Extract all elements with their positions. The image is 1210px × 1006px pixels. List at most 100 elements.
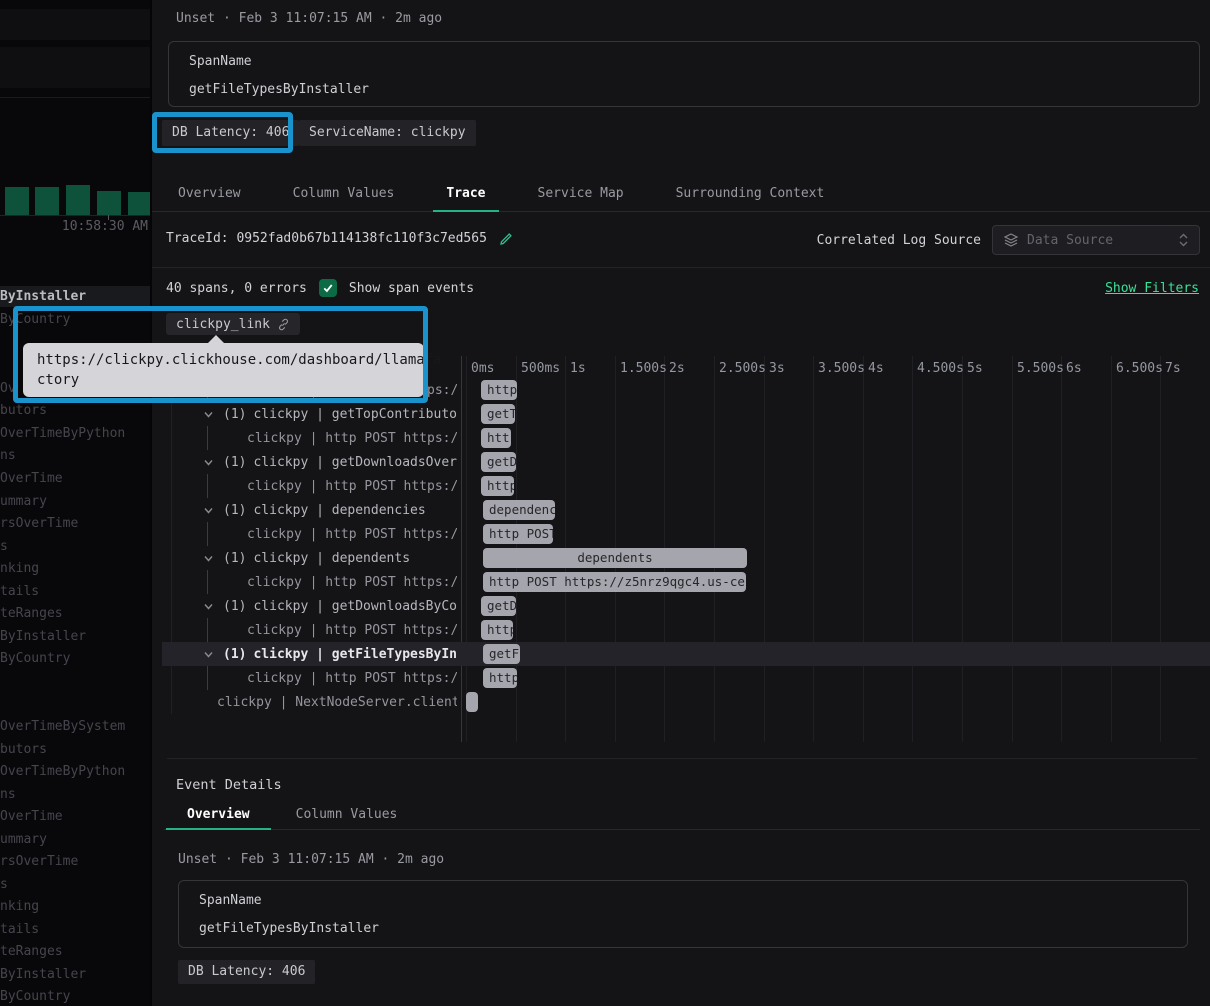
span-name-panel: SpanName getFileTypesByInstaller: [168, 41, 1200, 107]
span-duration-bar[interactable]: htt: [481, 428, 511, 448]
span-name-text: clickpy | getTopContributors: [253, 407, 457, 422]
span-row-getdownloadsovertimebys[interactable]: (1)clickpy | getDownloadsOverTimeByS getD: [162, 450, 1210, 474]
span-row-gettopcontributors[interactable]: (1) clickpy | getTopContributors getT: [162, 402, 1210, 426]
span-row-dependencies[interactable]: (1) clickpy | dependencies dependenci: [162, 498, 1210, 522]
event-details-tabs: OverviewColumn Values: [164, 800, 1200, 830]
span-event-count: (1): [223, 407, 246, 422]
span-row-http-post-https-z5nrz[interactable]: clickpy | http POST https://z5nrz http PO…: [162, 570, 1210, 594]
screenshot-stage: 10:58:30 AM ByInstallerByCountryOvbutors…: [0, 0, 1210, 1006]
span-name-text: clickpy | dependencies: [253, 503, 425, 518]
divider: [152, 267, 1210, 268]
span-duration-bar[interactable]: getD: [481, 596, 516, 616]
span-duration-bar[interactable]: dependenci: [483, 500, 555, 520]
chevron-down-icon[interactable]: [203, 601, 214, 612]
event-relative-time: 2m ago: [397, 852, 444, 867]
underlying-list-item: nking: [0, 561, 39, 576]
event-timestamp: Feb 3 11:07:15 AM: [241, 852, 374, 867]
mini-chart-bar: [5, 187, 29, 215]
mini-chart-bar: [128, 192, 152, 215]
underlying-list-item: s: [0, 539, 8, 554]
underlying-list-item: teRanges: [0, 944, 63, 959]
underlying-list-item: ummary: [0, 832, 47, 847]
tab-column-values[interactable]: Column Values: [267, 176, 421, 211]
span-name-value: getFileTypesByInstaller: [189, 82, 369, 97]
chevron-down-icon[interactable]: [203, 409, 214, 420]
span-row-nextnodeserver-clientcompone[interactable]: clickpy | NextNodeServer.clientCompone: [162, 690, 1210, 714]
chevron-down-icon[interactable]: [203, 457, 214, 468]
underlying-row-band: [0, 9, 150, 40]
tab-column-values[interactable]: Column Values: [273, 800, 421, 829]
span-duration-bar[interactable]: http: [481, 620, 513, 640]
underlying-list-item: Ov: [0, 381, 16, 396]
span-duration-bar[interactable]: dependents: [483, 548, 747, 568]
underlying-list-item: OverTimeByPython: [0, 426, 125, 441]
span-duration-bar[interactable]: getD: [481, 452, 516, 472]
event-details-meta: Unset · Feb 3 11:07:15 AM · 2m ago: [178, 852, 444, 867]
status-badge: Unset: [176, 11, 215, 26]
separator: ·: [225, 852, 241, 867]
span-row-http-post-https-z5nrz[interactable]: clickpy | http POST https://z5nrzhttp PO…: [162, 522, 1210, 546]
span-duration-bar[interactable]: http POST: [483, 524, 553, 544]
span-duration-bar[interactable]: getT: [481, 404, 515, 424]
separator: ·: [223, 11, 239, 26]
span-row-http-post-https-z5nrz[interactable]: clickpy | http POST https://z5nrzhttp: [162, 474, 1210, 498]
span-row-dependents[interactable]: (1)clickpy | dependentsdependents: [162, 546, 1210, 570]
event-relative-time: 2m ago: [395, 11, 442, 26]
span-row-http-post-https-z5nrz[interactable]: clickpy | http POST https://z5nrz http: [162, 618, 1210, 642]
clickpy-link-chip[interactable]: clickpy_link: [166, 313, 300, 335]
span-duration-bar[interactable]: http: [481, 380, 517, 400]
span-duration-bar[interactable]: http POST https://z5nrz9qgc4.us-central: [483, 572, 746, 592]
db-latency-badge-bottom[interactable]: DB Latency: 406: [178, 960, 315, 984]
span-name: clickpy | http POST https://z5nrz: [162, 618, 457, 642]
span-event-count: (1): [223, 647, 246, 662]
underlying-list-item: ByCountry: [0, 312, 70, 327]
span-row-getfiletypesbyinstaller[interactable]: (1)clickpy | getFileTypesByInstallergetF…: [162, 642, 1210, 666]
db-latency-badge[interactable]: DB Latency: 406: [162, 120, 299, 146]
underlying-list-item: ByInstaller: [0, 289, 86, 304]
span-name: (1) clickpy | dependencies: [162, 498, 457, 522]
span-name: clickpy | http POST https://z5nrz: [162, 426, 457, 450]
underlying-list-item: OverTimeBySystem: [0, 719, 125, 734]
span-row-http-post-https-z5nrz[interactable]: clickpy | http POST https://z5nrz htt: [162, 426, 1210, 450]
status-badge: Unset: [178, 852, 217, 867]
span-name: (1)clickpy | getDownloadsOverTimeByS: [162, 450, 457, 474]
span-duration-bar[interactable]: getFi: [483, 644, 520, 664]
mini-chart-axis: [0, 215, 150, 216]
show-filters-link[interactable]: Show Filters: [1105, 281, 1199, 296]
tab-overview[interactable]: Overview: [164, 800, 273, 829]
service-name-badge[interactable]: ServiceName: clickpy: [299, 120, 476, 146]
link-icon: [277, 318, 290, 331]
span-name-text: clickpy | getDownloadsByCountry: [253, 599, 457, 614]
span-name-value: getFileTypesByInstaller: [199, 921, 379, 936]
mini-chart-bar: [35, 187, 59, 215]
span-name: clickpy | http POST https://z5nrz: [162, 666, 457, 690]
tab-trace[interactable]: Trace: [420, 176, 511, 211]
correlated-log-source-label: Correlated Log Source: [817, 233, 981, 248]
span-duration-bar[interactable]: [466, 692, 478, 712]
span-event-count: (1): [223, 503, 246, 518]
panel-tabs: OverviewColumn ValuesTraceService MapSur…: [152, 176, 1210, 212]
tab-service-map[interactable]: Service Map: [512, 176, 650, 211]
underlying-list-item: ByInstaller: [0, 629, 86, 644]
trace-id-text: TraceId: 0952fad0b67b114138fc110f3c7ed56…: [166, 231, 487, 246]
underlying-list-item: ByInstaller: [0, 967, 86, 982]
tab-overview[interactable]: Overview: [152, 176, 267, 211]
span-row-http-post-https-z5nrz[interactable]: clickpy | http POST https://z5nrz http: [162, 666, 1210, 690]
spans-summary: 40 spans, 0 errors: [166, 281, 307, 296]
span-duration-bar[interactable]: http: [483, 668, 517, 688]
chevron-down-icon[interactable]: [203, 505, 214, 516]
span-name-panel-bottom: SpanName getFileTypesByInstaller: [178, 880, 1188, 948]
span-name: clickpy | http POST https://z5nrz: [162, 570, 457, 594]
underlying-divider: [0, 97, 150, 98]
event-meta: Unset · Feb 3 11:07:15 AM · 2m ago: [176, 11, 442, 26]
show-span-events-checkbox[interactable]: [319, 279, 337, 297]
chevron-down-icon[interactable]: [203, 649, 214, 660]
underlying-list-item: OverTime: [0, 471, 63, 486]
chevron-down-icon[interactable]: [203, 553, 214, 564]
span-row-getdownloadsbycountry[interactable]: (1)clickpy | getDownloadsByCountrygetD: [162, 594, 1210, 618]
tooltip-url-line: ctory: [37, 370, 410, 390]
edit-icon[interactable]: [499, 231, 514, 246]
span-duration-bar[interactable]: http: [481, 476, 514, 496]
tab-surrounding-context[interactable]: Surrounding Context: [650, 176, 851, 211]
data-source-select[interactable]: Data Source: [992, 225, 1200, 255]
